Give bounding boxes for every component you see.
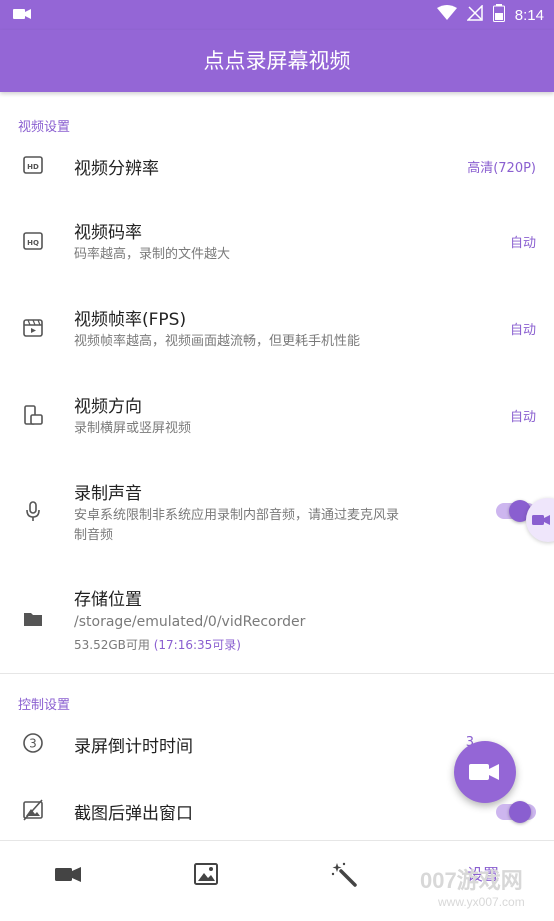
setting-storage-location[interactable]: 存储位置 /storage/emulated/0/vidRecorder 53.…	[0, 578, 554, 668]
microphone-icon	[22, 500, 44, 522]
setting-video-bitrate[interactable]: HQ 视频码率 码率越高，录制的文件越大 自动	[0, 210, 554, 280]
screenshot-popup-toggle-thumb[interactable]	[509, 801, 531, 823]
image-off-icon	[22, 799, 44, 821]
nav-tools[interactable]	[276, 841, 414, 905]
setting-title: 录制声音	[74, 484, 142, 504]
setting-title: 视频帧率(FPS)	[74, 310, 187, 330]
setting-subtitle: 视频帧率越高，视频画面越流畅，但更耗手机性能	[74, 334, 361, 349]
nav-gallery[interactable]	[138, 841, 276, 905]
screen-record-notification-icon	[12, 6, 32, 26]
storage-free-space: 53.52GB可用	[74, 638, 150, 652]
app-title: 点点录屏幕视频	[203, 49, 351, 73]
setting-value: 自动	[509, 323, 536, 338]
hq-icon: HQ	[22, 230, 44, 252]
setting-video-framerate[interactable]: 视频帧率(FPS) 视频帧率越高，视频画面越流畅，但更耗手机性能 自动	[0, 297, 554, 367]
setting-title: 截图后弹出窗口	[74, 804, 193, 824]
setting-title: 存储位置	[74, 590, 142, 610]
storage-free: 53.52GB可用 (17:16:35可录)	[74, 635, 241, 655]
svg-text:HQ: HQ	[27, 239, 39, 247]
status-bar: 8:14	[0, 0, 554, 30]
watermark-logo: 007游戏网 www.yx007.com	[420, 868, 550, 920]
setting-subtitle-line2: 制音频	[74, 528, 114, 543]
app-bar: 点点录屏幕视频	[0, 30, 554, 92]
svg-text:HD: HD	[27, 163, 39, 171]
section-divider	[0, 673, 554, 674]
setting-value: 自动	[509, 410, 536, 425]
watermark-line1: 007游戏网	[420, 868, 523, 893]
setting-title: 视频分辨率	[74, 159, 159, 179]
setting-subtitle: 录制横屏或竖屏视频	[74, 421, 192, 436]
magic-wand-icon	[331, 861, 359, 887]
image-icon	[193, 861, 221, 887]
screen-rotation-icon	[22, 404, 44, 426]
timer-3-icon: 3	[22, 732, 44, 754]
setting-title: 视频方向	[74, 397, 142, 417]
video-camera-icon	[532, 512, 552, 532]
setting-subtitle: 码率越高，录制的文件越大	[74, 247, 231, 262]
film-clapper-icon	[22, 317, 44, 339]
svg-text:3: 3	[29, 737, 37, 751]
setting-record-audio[interactable]: 录制声音 安卓系统限制非系统应用录制内部音频，请通过麦克风录 制音频	[0, 471, 554, 561]
video-camera-icon	[55, 861, 83, 887]
setting-value: 自动	[509, 236, 536, 251]
setting-video-orientation[interactable]: 视频方向 录制横屏或竖屏视频 自动	[0, 384, 554, 454]
watermark-line2: www.yx007.com	[438, 895, 525, 909]
storage-path: /storage/emulated/0/vidRecorder	[74, 614, 306, 630]
setting-value: 高清(720P)	[467, 161, 536, 176]
setting-title: 视频码率	[74, 223, 142, 243]
battery-icon	[492, 4, 505, 26]
section-header-control: 控制设置	[18, 698, 71, 713]
wifi-icon	[436, 5, 457, 25]
setting-title: 录屏倒计时时间	[74, 737, 193, 757]
hd-icon: HD	[22, 154, 44, 176]
section-header-video: 视频设置	[18, 120, 71, 135]
status-time: 8:14	[514, 6, 544, 24]
storage-record-duration: (17:16:35可录)	[153, 638, 241, 652]
setting-screenshot-popup[interactable]: 截图后弹出窗口	[0, 786, 554, 836]
folder-icon	[22, 608, 44, 630]
no-signal-icon	[465, 4, 483, 25]
nav-record[interactable]	[0, 841, 138, 905]
setting-subtitle-line1: 安卓系统限制非系统应用录制内部音频，请通过麦克风录	[74, 508, 400, 523]
setting-video-resolution[interactable]: HD 视频分辨率 高清(720P)	[0, 140, 554, 192]
video-camera-icon	[469, 761, 501, 787]
